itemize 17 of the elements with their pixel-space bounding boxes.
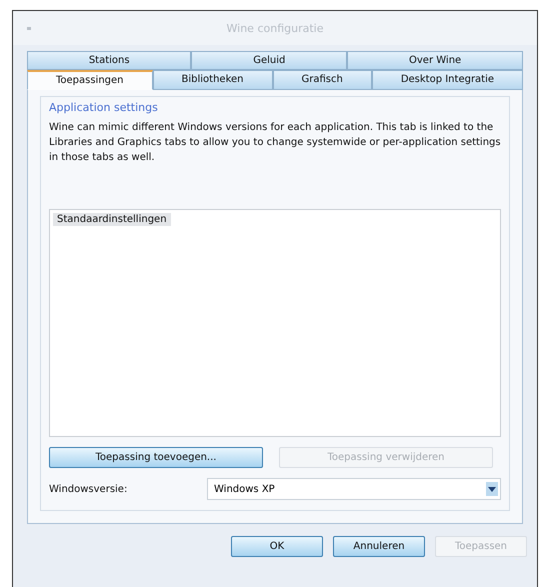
button[interactable]: Toepassing toevoegen... xyxy=(49,447,263,468)
tab[interactable]: Desktop Integratie xyxy=(372,70,524,90)
tab[interactable]: Stations xyxy=(27,51,192,70)
application-list[interactable]: Standaardinstellingen xyxy=(49,209,501,437)
tab[interactable]: Grafisch xyxy=(272,70,372,90)
list-item[interactable]: Standaardinstellingen xyxy=(53,213,171,226)
tab[interactable]: Geluid xyxy=(191,51,348,70)
tab[interactable]: Toepassingen xyxy=(27,70,153,90)
description-text: Wine can mimic different Windows versions for each application. This tab is linked to the Libraries and Graphics tabs to allow you to change systemwide or per-application settings in those tabs as well. xyxy=(49,121,501,165)
window-title: Wine configuratie xyxy=(226,22,324,34)
tab[interactable]: Bibliotheken xyxy=(152,70,272,90)
button[interactable]: OK xyxy=(231,536,323,557)
button[interactable]: Annuleren xyxy=(333,536,425,557)
tab[interactable]: Over Wine xyxy=(347,51,524,70)
group-title: Application settings xyxy=(49,101,159,114)
version-label: Windowsversie: xyxy=(49,484,128,494)
version-dropdown[interactable]: Windows XP xyxy=(207,478,501,500)
